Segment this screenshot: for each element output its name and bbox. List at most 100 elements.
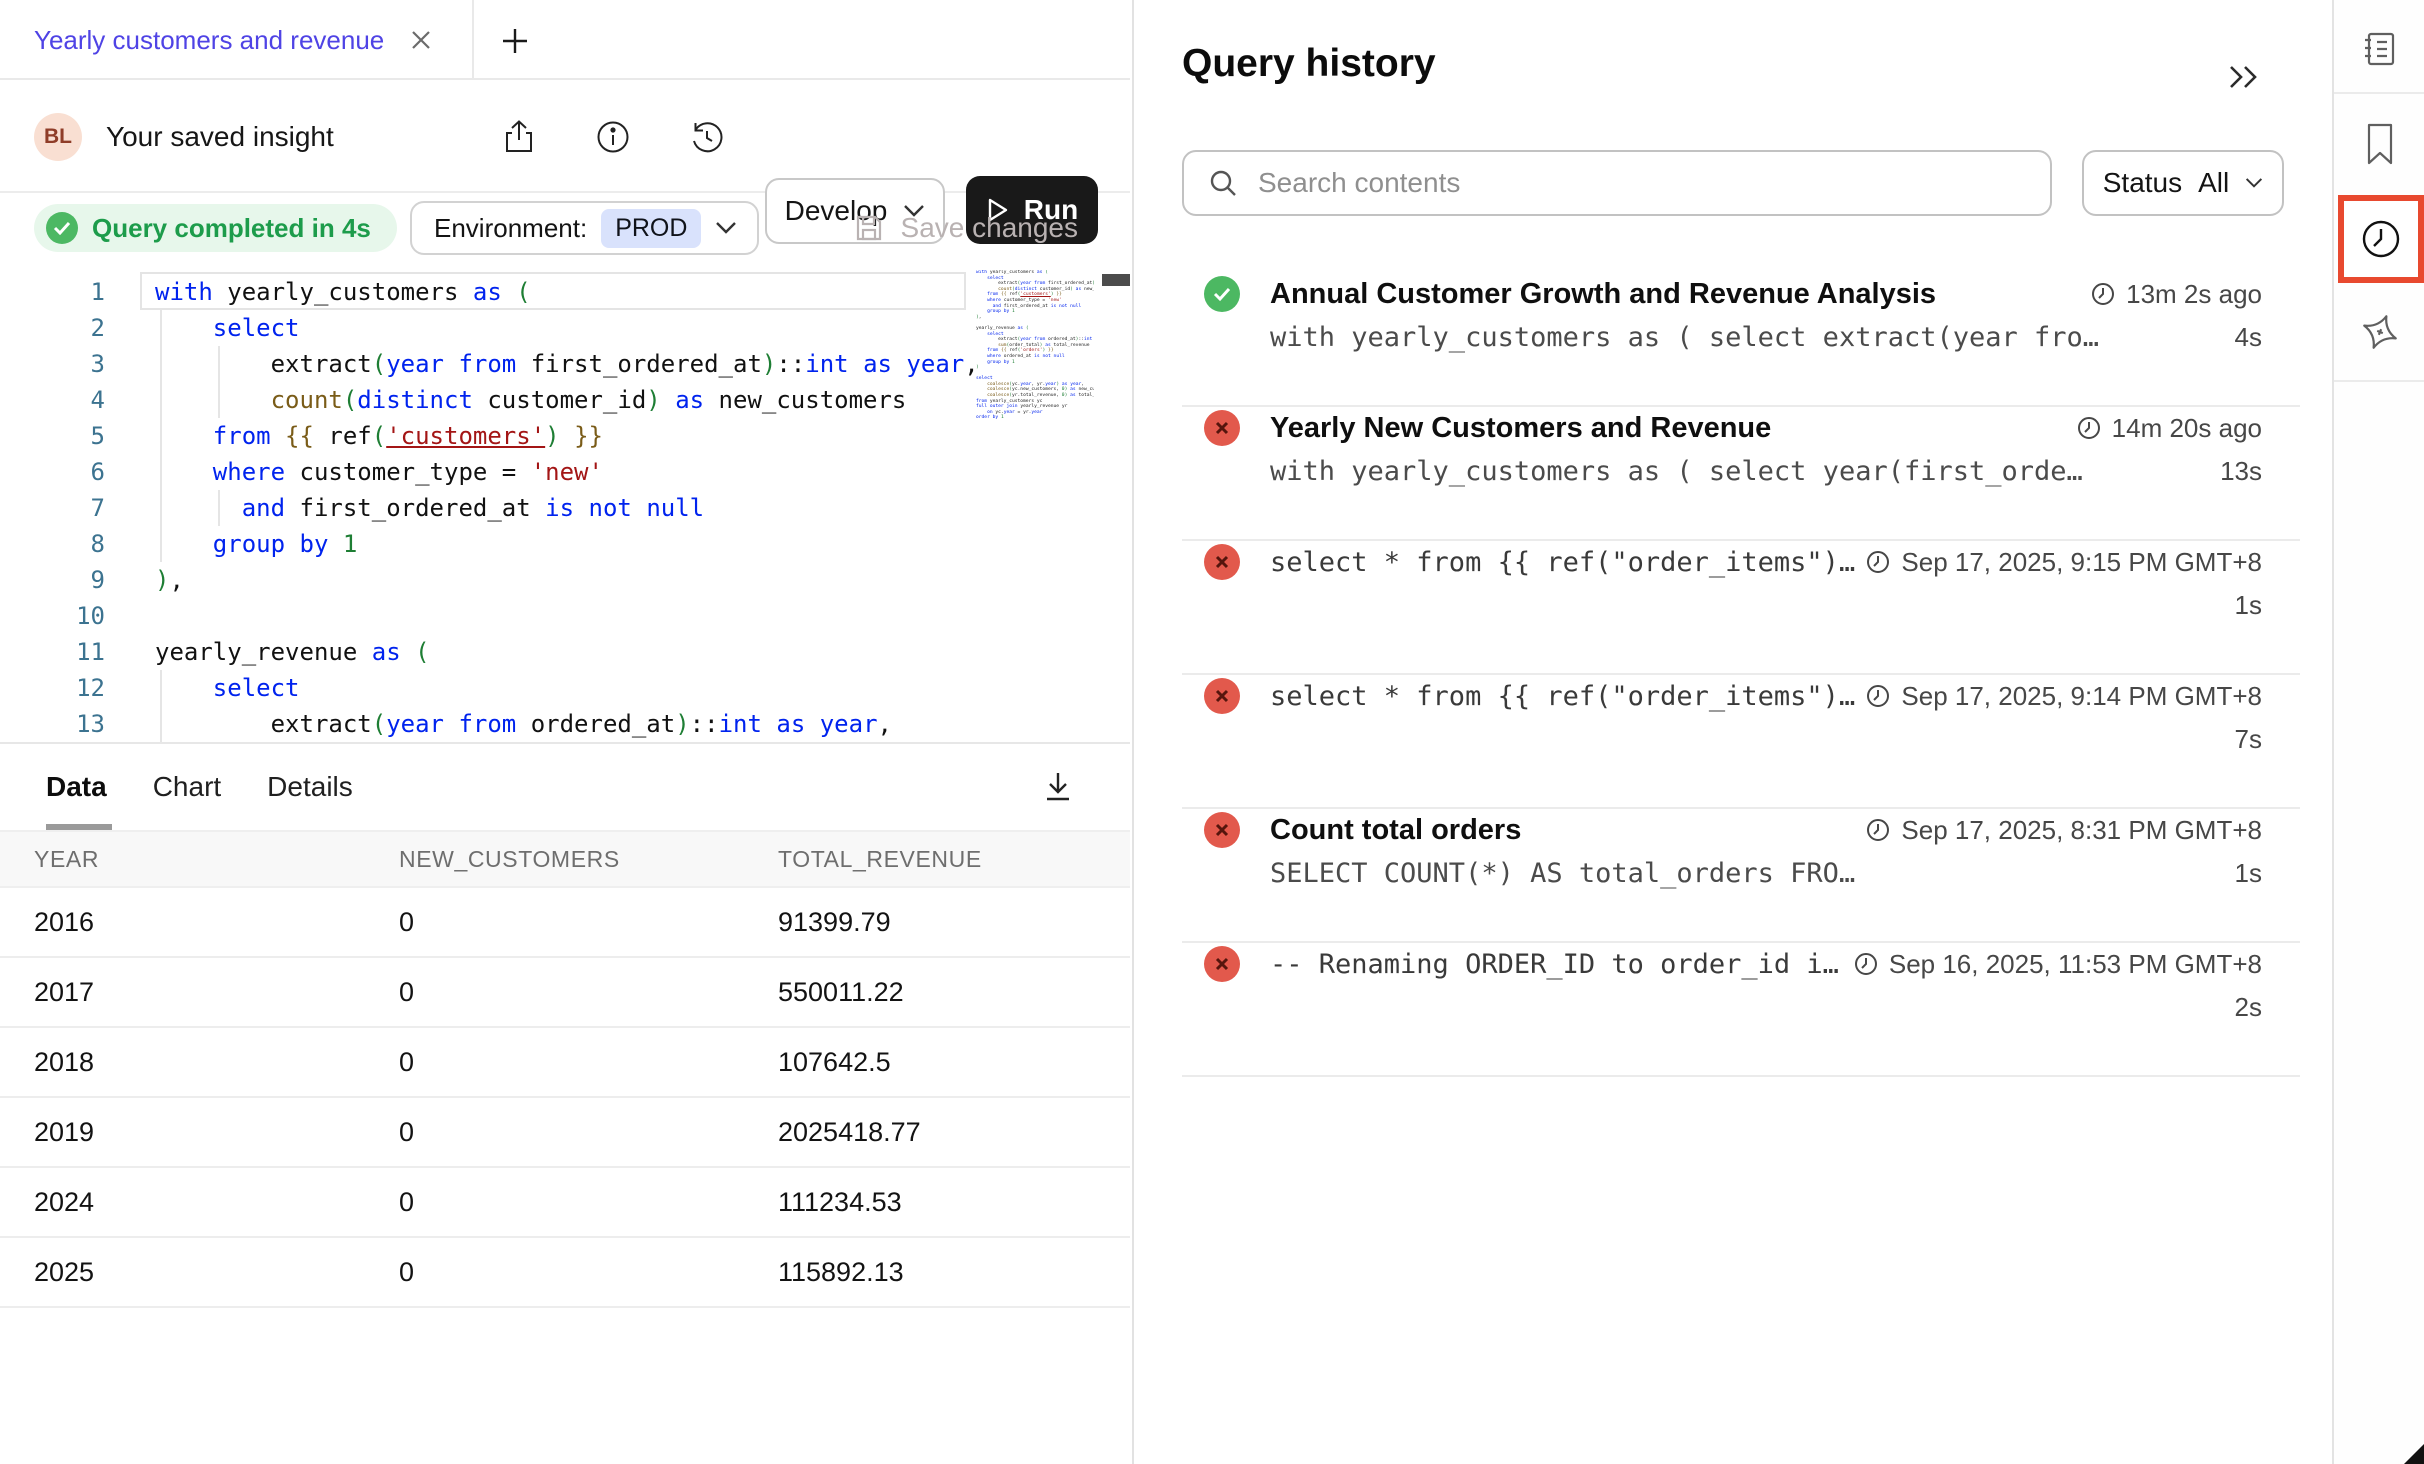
table-row[interactable]: 20170550011.22	[0, 958, 1130, 1028]
line-number: 2	[0, 310, 105, 346]
query-duration: 4s	[2235, 322, 2262, 353]
line-number: 10	[0, 598, 105, 634]
table-cell: 2016	[0, 907, 365, 938]
results-tab-details[interactable]: Details	[267, 744, 353, 830]
table-row[interactable]: 20240111234.53	[0, 1168, 1130, 1238]
history-clock-icon-highlighted[interactable]	[2338, 195, 2424, 283]
status-error-icon	[1204, 544, 1240, 580]
share-button[interactable]	[496, 114, 542, 160]
code-text: yearly_revenue as (	[155, 634, 430, 670]
column-header: TOTAL_REVENUE	[744, 846, 1130, 873]
info-icon	[594, 118, 632, 156]
table-row[interactable]: 201902025418.77	[0, 1098, 1130, 1168]
close-icon[interactable]	[408, 27, 434, 53]
table-cell: 2018	[0, 1047, 365, 1078]
table-cell: 115892.13	[744, 1257, 1130, 1288]
query-timestamp: Sep 17, 2025, 9:15 PM GMT+8	[1865, 547, 2262, 578]
sql-code-editor[interactable]: 1with yearly_customers as (2 select3 ext…	[0, 264, 1130, 742]
query-history-item[interactable]: select * from {{ ref("order_items")…Sep …	[1182, 541, 2300, 675]
code-line[interactable]: 10	[0, 598, 1130, 634]
query-duration: 1s	[2235, 858, 2262, 889]
notebook-icon[interactable]	[2334, 20, 2424, 78]
explore-icon[interactable]	[2334, 300, 2424, 364]
status-error-icon	[1204, 678, 1240, 714]
code-line[interactable]: 9),	[0, 562, 1130, 598]
results-tab-data[interactable]: Data	[46, 744, 107, 830]
status-filter-dropdown[interactable]: Status All	[2082, 150, 2284, 216]
rail-divider	[2334, 380, 2424, 382]
code-text: count(distinct customer_id) as new_custo…	[155, 382, 906, 418]
code-line[interactable]: 5 from {{ ref('customers') }}	[0, 418, 1130, 454]
query-history-item[interactable]: select * from {{ ref("order_items")…Sep …	[1182, 675, 2300, 809]
rail-divider	[2334, 92, 2424, 94]
query-history-item[interactable]: -- Renaming ORDER_ID to order_id i…Sep 1…	[1182, 943, 2300, 1077]
line-number: 9	[0, 562, 105, 598]
query-timestamp: Sep 17, 2025, 9:14 PM GMT+8	[1865, 681, 2262, 712]
search-input[interactable]	[1256, 166, 2050, 200]
status-filter-value: All	[2198, 167, 2229, 199]
save-icon	[853, 212, 885, 244]
editor-scrollbar-thumb[interactable]	[1102, 274, 1130, 286]
code-line[interactable]: 11 yearly_revenue as (	[0, 634, 1130, 670]
panel-title: Query history	[1182, 42, 1436, 86]
query-preview: with yearly_customers as ( select year(f…	[1270, 456, 2220, 487]
code-line[interactable]: 7 and first_ordered_at is not null	[0, 490, 1130, 526]
line-number: 4	[0, 382, 105, 418]
table-row[interactable]: 2016091399.79	[0, 888, 1130, 958]
code-line[interactable]: 1with yearly_customers as (	[0, 274, 1130, 310]
query-history-item[interactable]: Annual Customer Growth and Revenue Analy…	[1182, 273, 2300, 407]
query-title: Annual Customer Growth and Revenue Analy…	[1270, 278, 2090, 311]
chevron-down-icon	[2245, 177, 2263, 189]
code-line[interactable]: 3 extract(year from first_ordered_at)::i…	[0, 346, 1130, 382]
line-number: 3	[0, 346, 105, 382]
code-line[interactable]: 4 count(distinct customer_id) as new_cus…	[0, 382, 1130, 418]
query-history-item[interactable]: Yearly New Customers and Revenue14m 20s …	[1182, 407, 2300, 541]
table-cell: 0	[365, 1047, 744, 1078]
x-icon	[1213, 420, 1231, 436]
table-cell: 111234.53	[744, 1187, 1130, 1218]
x-icon	[1213, 822, 1231, 838]
code-text: select	[155, 670, 300, 706]
code-line[interactable]: 8 group by 1	[0, 526, 1130, 562]
tab-yearly-customers-and-revenue[interactable]: Yearly customers and revenue	[34, 0, 434, 80]
collapse-panel-button[interactable]	[2220, 58, 2268, 98]
table-cell: 550011.22	[744, 977, 1130, 1008]
download-results-button[interactable]	[1034, 764, 1082, 812]
table-cell: 0	[365, 1117, 744, 1148]
editor-minimap[interactable]: with yearly_customers as ( select extrac…	[976, 270, 1094, 740]
line-number: 13	[0, 706, 105, 742]
column-header: YEAR	[0, 846, 365, 873]
minimap-code: with yearly_customers as ( select extrac…	[976, 270, 1094, 421]
table-cell: 2024	[0, 1187, 365, 1218]
version-history-button[interactable]	[684, 114, 730, 160]
results-tab-chart[interactable]: Chart	[153, 744, 221, 830]
code-lines[interactable]: 1with yearly_customers as (2 select3 ext…	[0, 274, 1130, 742]
table-row[interactable]: 20180107642.5	[0, 1028, 1130, 1098]
double-chevron-right-icon	[2227, 63, 2261, 91]
environment-value: PROD	[601, 209, 701, 248]
code-line[interactable]: 6 where customer_type = 'new'	[0, 454, 1130, 490]
code-text: extract(year from first_ordered_at)::int…	[155, 346, 979, 382]
line-number: 11	[0, 634, 105, 670]
share-icon	[500, 118, 538, 156]
code-text: ),	[155, 562, 184, 598]
line-number: 8	[0, 526, 105, 562]
column-header: NEW_CUSTOMERS	[365, 846, 744, 873]
table-cell: 0	[365, 907, 744, 938]
info-button[interactable]	[590, 114, 636, 160]
save-changes-button[interactable]: Save changes	[847, 201, 1084, 255]
table-row[interactable]: 20250115892.13	[0, 1238, 1130, 1308]
query-history-item[interactable]: Count total ordersSep 17, 2025, 8:31 PM …	[1182, 809, 2300, 943]
code-line[interactable]: 2 select	[0, 310, 1130, 346]
bookmark-icon[interactable]	[2334, 112, 2424, 176]
table-cell: 0	[365, 977, 744, 1008]
clock-icon	[1865, 817, 1891, 843]
x-icon	[1213, 688, 1231, 704]
query-preview: SELECT COUNT(*) AS total_orders FRO…	[1270, 858, 2235, 889]
query-history-list: Annual Customer Growth and Revenue Analy…	[1182, 273, 2300, 1077]
code-line[interactable]: 13 extract(year from ordered_at)::int as…	[0, 706, 1130, 742]
code-line[interactable]: 12 select	[0, 670, 1130, 706]
query-title: Yearly New Customers and Revenue	[1270, 412, 2076, 445]
environment-dropdown[interactable]: Environment: PROD	[410, 201, 759, 255]
new-tab-button[interactable]	[492, 18, 538, 64]
